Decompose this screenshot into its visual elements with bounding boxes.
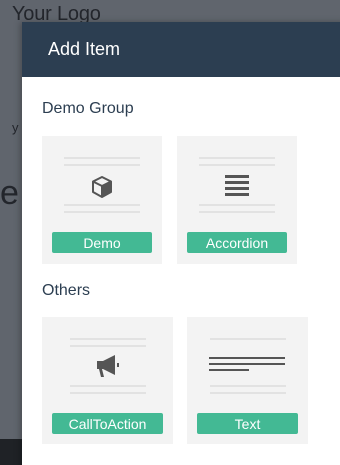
placeholder-line <box>210 338 286 340</box>
background-text-fragment: y <box>12 120 19 135</box>
placeholder-line <box>70 345 146 347</box>
add-demo-button[interactable]: Demo <box>52 232 152 253</box>
group-title-others: Others <box>42 282 91 299</box>
placeholder-line <box>64 157 140 159</box>
placeholder-line <box>70 338 146 340</box>
placeholder-line <box>70 392 146 394</box>
group-title-demo-group: Demo Group <box>42 100 134 117</box>
placeholder-line <box>70 385 146 387</box>
placeholder-line <box>64 164 140 166</box>
accordion-icon <box>222 172 252 198</box>
cube-icon <box>87 174 117 200</box>
placeholder-line <box>64 211 140 213</box>
placeholder-line <box>199 211 275 213</box>
add-accordion-button[interactable]: Accordion <box>187 232 287 253</box>
background-footer-block <box>0 439 24 465</box>
megaphone-icon <box>93 352 123 380</box>
placeholder-line <box>64 204 140 206</box>
background-heading-fragment: e <box>0 174 19 212</box>
text-lines-icon <box>207 353 287 375</box>
modal-title: Add Item <box>48 39 121 59</box>
placeholder-line <box>199 157 275 159</box>
placeholder-line <box>199 164 275 166</box>
add-text-button[interactable]: Text <box>197 413 298 434</box>
item-card-calltoaction[interactable]: CallToAction <box>42 317 173 444</box>
add-calltoaction-button[interactable]: CallToAction <box>52 413 163 434</box>
item-card-text[interactable]: Text <box>187 317 308 444</box>
add-item-modal: Add Item Demo Group Demo Accordion Other… <box>22 22 340 465</box>
placeholder-line <box>199 204 275 206</box>
item-card-demo[interactable]: Demo <box>42 136 162 264</box>
placeholder-line <box>210 385 286 387</box>
modal-header: Add Item <box>22 22 340 77</box>
placeholder-line <box>210 392 286 394</box>
item-card-accordion[interactable]: Accordion <box>177 136 297 264</box>
